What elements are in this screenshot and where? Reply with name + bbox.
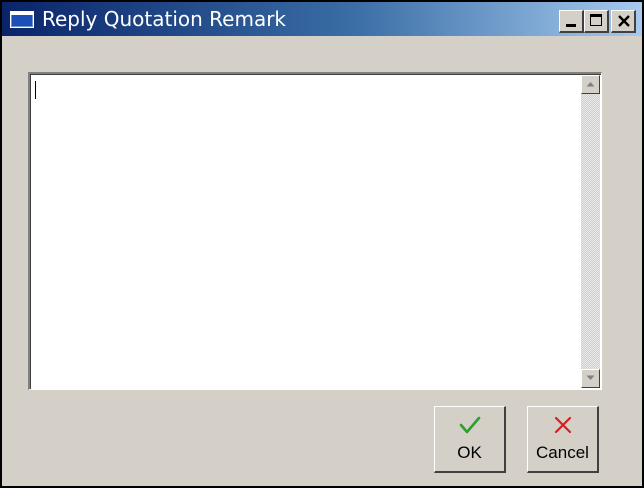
maximize-button[interactable] — [584, 10, 609, 33]
minimize-icon — [566, 24, 576, 27]
text-caret — [35, 81, 36, 99]
checkmark-icon — [435, 415, 504, 435]
remark-textarea[interactable] — [32, 76, 584, 388]
ok-label: OK — [457, 443, 482, 462]
cancel-label: Cancel — [536, 443, 589, 462]
ok-button[interactable]: OK — [434, 406, 506, 473]
window-title: Reply Quotation Remark — [42, 7, 287, 31]
window-controls — [559, 10, 636, 33]
arrow-up-icon — [586, 82, 595, 87]
close-button[interactable] — [611, 10, 636, 33]
dialog-body: OK Cancel — [2, 36, 642, 486]
title-bar[interactable]: Reply Quotation Remark — [2, 2, 642, 36]
cross-icon — [528, 415, 597, 435]
dialog-window: Reply Quotation Remark OK Cancel — [0, 0, 644, 488]
cancel-button[interactable]: Cancel — [527, 406, 599, 473]
close-icon — [612, 11, 634, 31]
remark-memo-box — [28, 72, 602, 390]
scroll-up-button[interactable] — [581, 75, 600, 94]
maximize-icon — [590, 14, 602, 26]
vertical-scrollbar[interactable] — [581, 75, 600, 388]
scroll-down-button[interactable] — [581, 369, 600, 388]
arrow-down-icon — [586, 375, 595, 380]
window-icon — [10, 11, 34, 28]
minimize-button[interactable] — [559, 10, 584, 33]
